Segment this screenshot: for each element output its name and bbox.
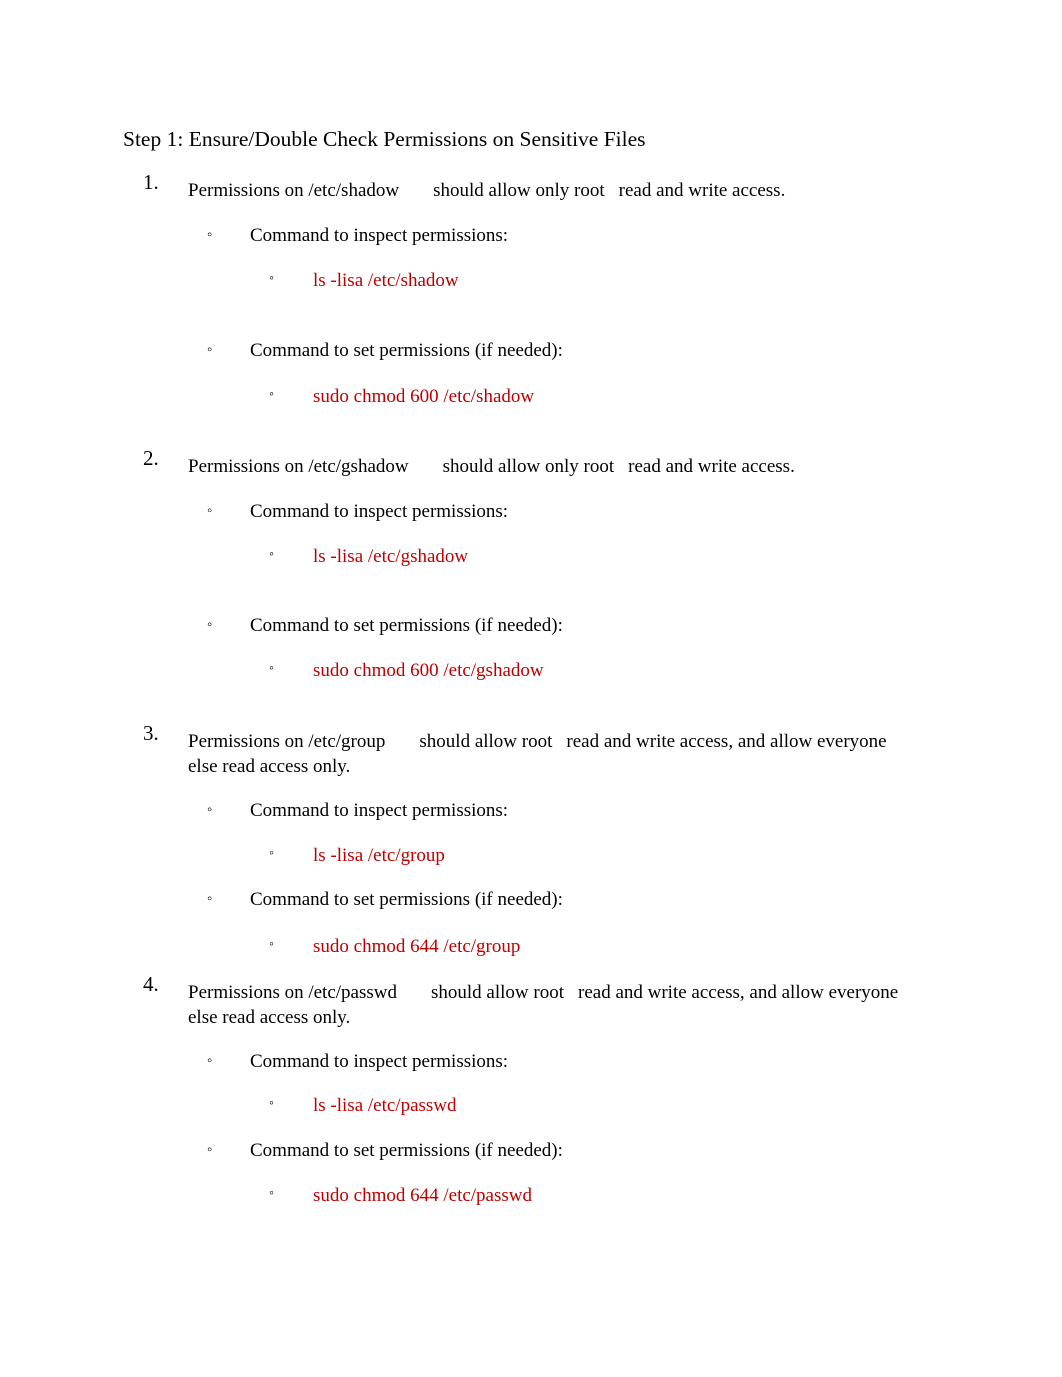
hollow-circle-bullet-icon: ◦	[207, 1053, 213, 1069]
item-text-segment: should allow only root	[442, 456, 615, 477]
item-text-segment: should allow root	[419, 731, 553, 752]
command-text: ls -lisa /etc/passwd	[313, 1095, 457, 1116]
hollow-circle-bullet-icon: ◦	[269, 1096, 274, 1111]
hollow-circle-bullet-icon: ◦	[207, 227, 213, 243]
sub-item-label: Command to set permissions (if needed):	[250, 615, 563, 636]
hollow-circle-bullet-icon: ◦	[269, 387, 274, 402]
page-title: Step 1: Ensure/Double Check Permissions …	[123, 127, 646, 151]
item-text-segment: Permissions on /etc/passwd	[188, 982, 397, 1003]
sub-item-label: Command to inspect permissions:	[250, 225, 509, 246]
document-page: Step 1: Ensure/Double Check Permissions …	[0, 0, 1062, 1377]
list-number: 3.	[143, 721, 159, 745]
hollow-circle-bullet-icon: ◦	[269, 937, 274, 952]
command-text: ls -lisa /etc/group	[313, 845, 445, 866]
item-text-segment: read and write access.	[618, 180, 786, 201]
hollow-circle-bullet-icon: ◦	[207, 617, 213, 633]
command-text: sudo chmod 600 /etc/gshadow	[313, 660, 544, 681]
list-item-text: Permissions on /etc/passwd should allow r…	[188, 980, 908, 1030]
hollow-circle-bullet-icon: ◦	[207, 503, 213, 519]
list-item-text: Permissions on /etc/gshadow should allow …	[188, 454, 908, 479]
sub-item-label: Command to inspect permissions:	[250, 501, 509, 522]
hollow-circle-bullet-icon: ◦	[269, 1186, 274, 1201]
list-item-text: Permissions on /etc/group should allow ro…	[188, 729, 908, 779]
sub-item-label: Command to inspect permissions:	[250, 800, 509, 821]
item-text-segment: Permissions on /etc/gshadow	[188, 456, 409, 477]
sub-item-label: Command to set permissions (if needed):	[250, 1140, 563, 1161]
command-text: sudo chmod 644 /etc/passwd	[313, 1185, 533, 1206]
hollow-circle-bullet-icon: ◦	[207, 1142, 213, 1158]
hollow-circle-bullet-icon: ◦	[269, 846, 274, 861]
hollow-circle-bullet-icon: ◦	[207, 891, 213, 907]
sub-item-label: Command to set permissions (if needed):	[250, 889, 563, 910]
hollow-circle-bullet-icon: ◦	[207, 342, 213, 358]
sub-item-label: Command to inspect permissions:	[250, 1051, 509, 1072]
command-text: sudo chmod 600 /etc/shadow	[313, 386, 535, 407]
command-text: ls -lisa /etc/shadow	[313, 270, 459, 291]
list-item-text: Permissions on /etc/shadow should allow o…	[188, 178, 908, 203]
hollow-circle-bullet-icon: ◦	[269, 547, 274, 562]
list-number: 1.	[143, 170, 159, 194]
hollow-circle-bullet-icon: ◦	[269, 661, 274, 676]
item-text-segment: Permissions on /etc/shadow	[188, 180, 400, 201]
list-number: 2.	[143, 446, 159, 470]
hollow-circle-bullet-icon: ◦	[269, 271, 274, 286]
list-number: 4.	[143, 972, 159, 996]
item-text-segment: should allow root	[431, 982, 564, 1003]
hollow-circle-bullet-icon: ◦	[207, 802, 213, 818]
sub-item-label: Command to set permissions (if needed):	[250, 340, 563, 361]
command-text: ls -lisa /etc/gshadow	[313, 546, 469, 567]
item-text-segment: Permissions on /etc/group	[188, 731, 386, 752]
item-text-segment: read and write access.	[628, 456, 795, 477]
item-text-segment: should allow only root	[433, 180, 605, 201]
command-text: sudo chmod 644 /etc/group	[313, 936, 521, 957]
